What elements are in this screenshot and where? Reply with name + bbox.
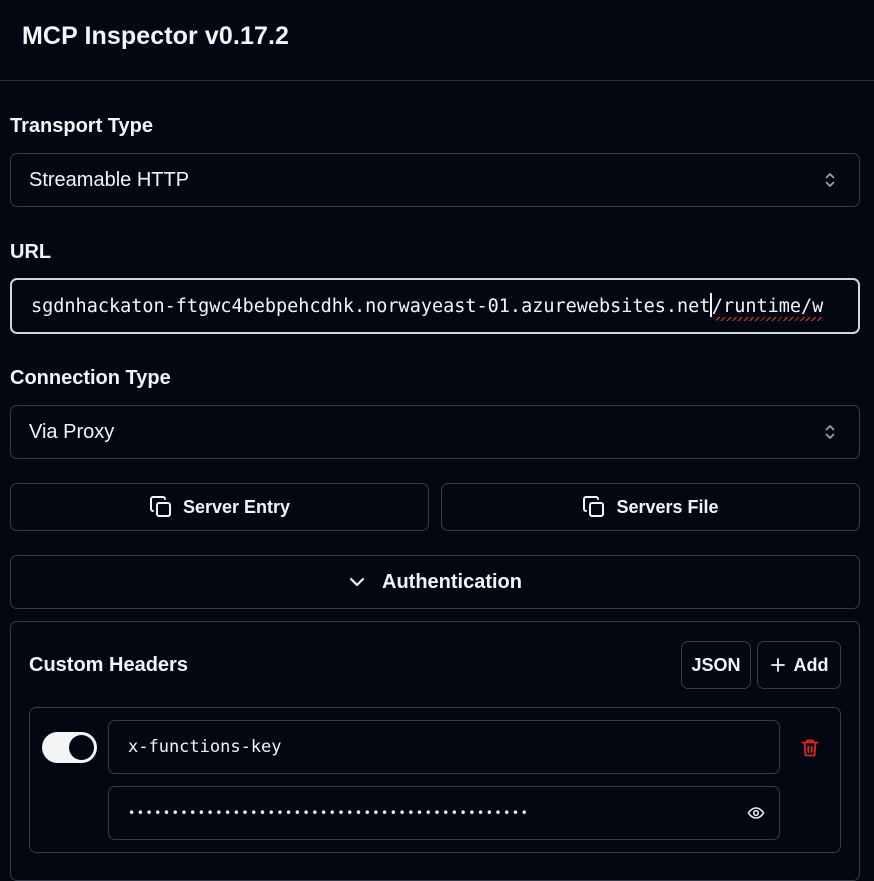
server-entry-button[interactable]: Server Entry (10, 483, 429, 531)
transport-type-value: Streamable HTTP (29, 168, 190, 191)
chevrons-up-down-icon (823, 423, 837, 441)
header-name-value: x-functions-key (128, 737, 282, 757)
authentication-toggle-button[interactable]: Authentication (10, 555, 860, 609)
transport-type-label: Transport Type (10, 115, 153, 137)
trash-icon[interactable] (801, 738, 819, 758)
server-entry-label: Server Entry (182, 496, 291, 517)
header-name-input[interactable]: x-functions-key (108, 720, 780, 774)
custom-headers-panel: Custom Headers JSON Add x-functions-key (10, 621, 860, 881)
add-label: Add (793, 654, 829, 675)
plus-icon (770, 657, 786, 673)
url-value-path: /runtime/w (712, 296, 824, 321)
custom-header-row: x-functions-key ••••••••••••••••••••••••… (29, 707, 841, 853)
custom-headers-title: Custom Headers (29, 654, 188, 676)
servers-file-label: Servers File (616, 496, 719, 517)
url-label: URL (10, 241, 52, 263)
connection-type-value: Via Proxy (29, 420, 115, 443)
json-button[interactable]: JSON (681, 641, 751, 689)
authentication-label: Authentication (382, 570, 522, 593)
url-value-host: sgdnhackaton-ftgwc4bebpehcdhk.norwayeast… (31, 295, 711, 317)
copy-icon (149, 495, 173, 519)
transport-type-select[interactable]: Streamable HTTP (10, 153, 860, 207)
app-header: MCP Inspector v0.17.2 (0, 0, 874, 81)
connection-type-label: Connection Type (10, 367, 171, 389)
connection-type-select[interactable]: Via Proxy (10, 405, 860, 459)
header-value-masked: ••••••••••••••••••••••••••••••••••••••••… (128, 806, 530, 820)
app-title: MCP Inspector v0.17.2 (22, 21, 290, 50)
chevron-down-icon (348, 573, 366, 591)
spellcheck-underline (715, 316, 824, 321)
add-header-button[interactable]: Add (757, 641, 841, 689)
json-label: JSON (691, 654, 741, 675)
switch-knob (69, 735, 94, 760)
chevrons-up-down-icon (823, 171, 837, 189)
header-enabled-switch[interactable] (42, 732, 97, 763)
url-input[interactable]: sgdnhackaton-ftgwc4bebpehcdhk.norwayeast… (10, 278, 860, 334)
eye-icon[interactable] (747, 804, 765, 822)
servers-file-button[interactable]: Servers File (441, 483, 860, 531)
header-value-input[interactable]: ••••••••••••••••••••••••••••••••••••••••… (108, 786, 780, 840)
copy-icon (582, 495, 606, 519)
